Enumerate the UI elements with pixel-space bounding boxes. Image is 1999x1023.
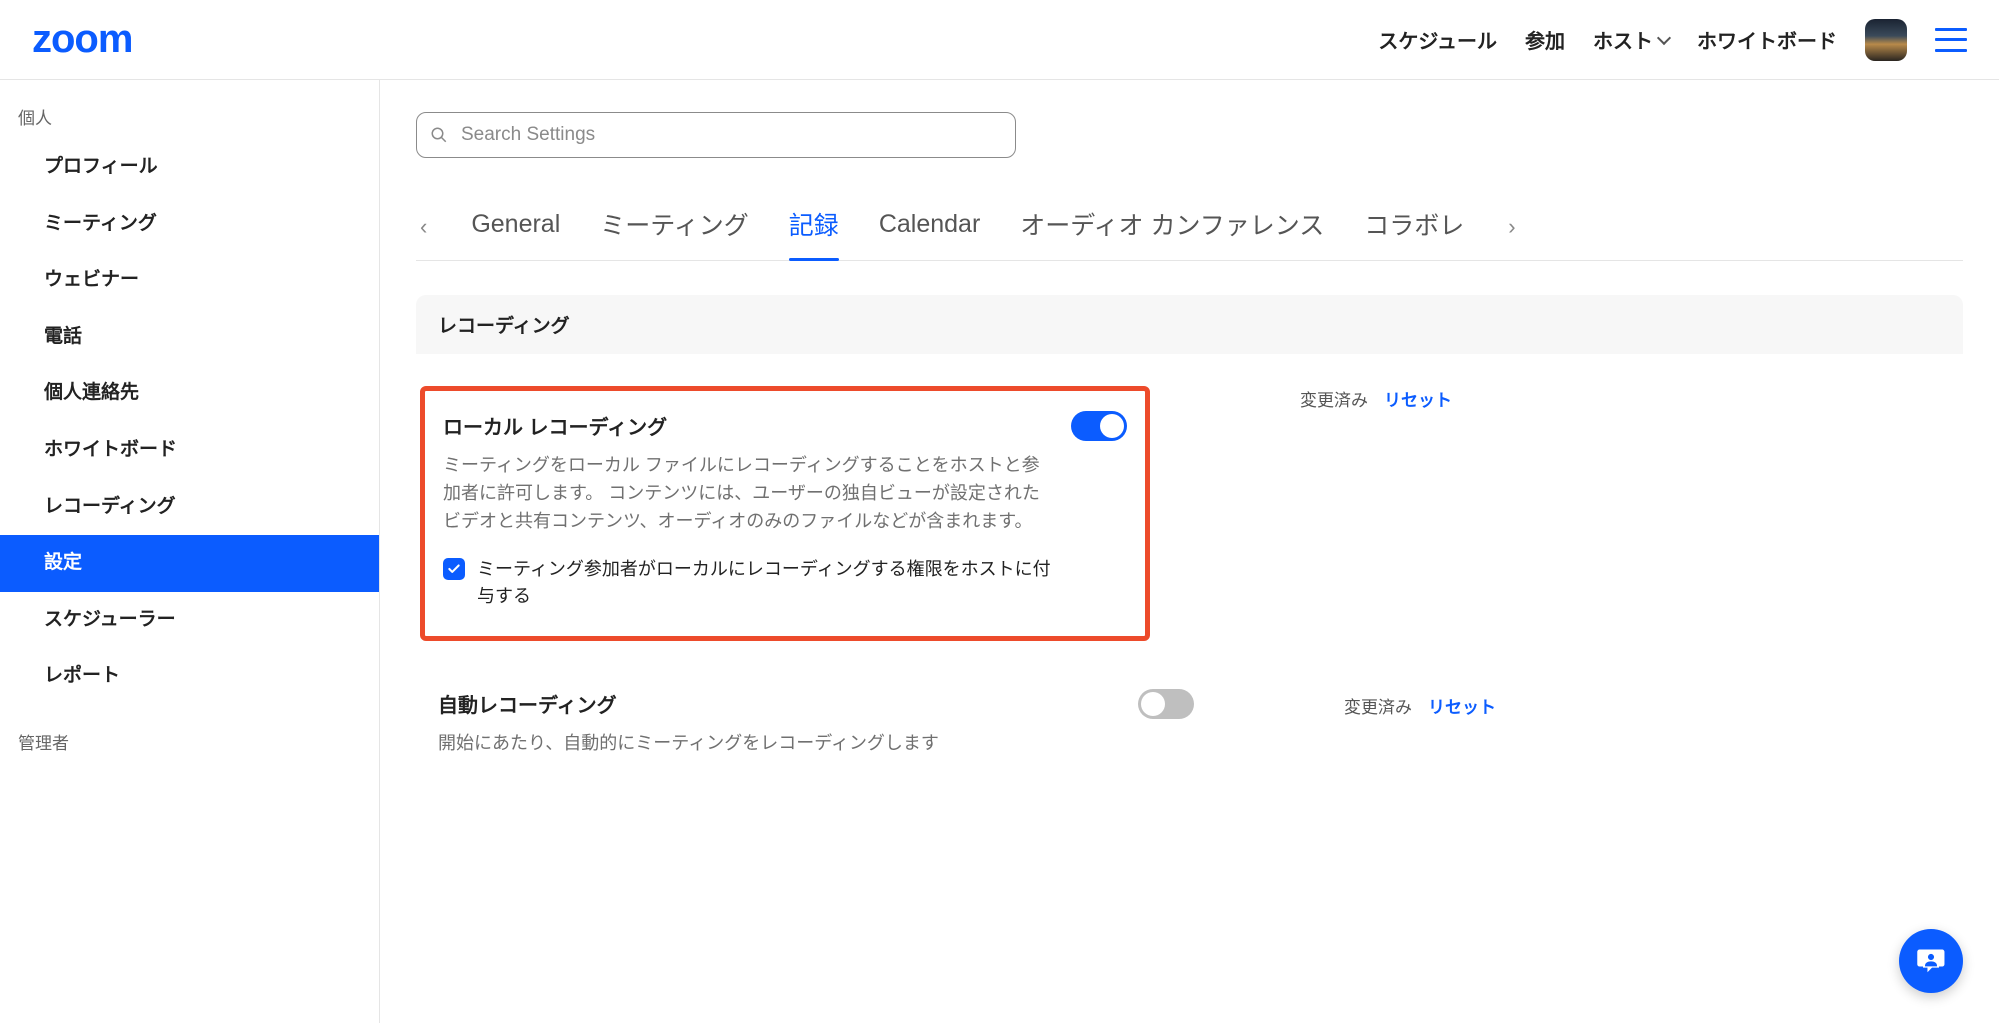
auto-recording-toggle[interactable]: [1138, 689, 1194, 719]
sidebar-item-scheduler[interactable]: スケジューラー: [0, 592, 379, 649]
checkbox-checked-icon[interactable]: [443, 558, 465, 580]
local-recording-status: 変更済み: [1300, 386, 1368, 411]
sidebar-item-profile[interactable]: プロフィール: [0, 139, 379, 196]
search-wrap: [416, 112, 1016, 158]
tab-scroll-left-icon[interactable]: ‹: [416, 214, 431, 240]
nav-host[interactable]: ホスト: [1593, 25, 1669, 54]
tab-calendar[interactable]: Calendar: [879, 202, 980, 253]
local-recording-suboption-label: ミーティング参加者がローカルにレコーディングする権限をホストに付与する: [477, 556, 1051, 610]
avatar[interactable]: [1865, 19, 1907, 61]
highlight-box: ローカル レコーディング ミーティングをローカル ファイルにレコーディングするこ…: [420, 386, 1150, 641]
local-recording-desc: ミーティングをローカル ファイルにレコーディングすることをホストと参加者に許可し…: [443, 452, 1051, 536]
header: zoom スケジュール 参加 ホスト ホワイトボード: [0, 0, 1999, 80]
sidebar-item-reports[interactable]: レポート: [0, 648, 379, 705]
setting-row-auto-recording: 自動レコーディング 開始にあたり、自動的にミーティングをレコーディングします 変…: [416, 661, 1963, 778]
auto-recording-title: 自動レコーディング: [438, 689, 1078, 718]
tab-audio[interactable]: オーディオ カンファレンス: [1020, 198, 1324, 256]
sidebar-section-admin: 管理者: [0, 705, 379, 764]
sidebar-item-whiteboard[interactable]: ホワイトボード: [0, 422, 379, 479]
local-recording-reset[interactable]: リセット: [1384, 386, 1452, 411]
chat-icon: [1915, 945, 1947, 977]
sidebar-item-meetings[interactable]: ミーティング: [0, 196, 379, 253]
auto-recording-status: 変更済み: [1344, 693, 1412, 718]
search-input[interactable]: [416, 112, 1016, 158]
setting-row-local-recording: ローカル レコーディング ミーティングをローカル ファイルにレコーディングするこ…: [416, 354, 1963, 661]
tab-recording[interactable]: 記録: [789, 198, 839, 256]
tab-general[interactable]: General: [471, 202, 560, 253]
local-recording-suboption[interactable]: ミーティング参加者がローカルにレコーディングする権限をホストに付与する: [443, 556, 1051, 610]
auto-recording-desc: 開始にあたり、自動的にミーティングをレコーディングします: [438, 730, 1078, 758]
nav-join[interactable]: 参加: [1525, 25, 1565, 54]
tab-meeting[interactable]: ミーティング: [600, 198, 749, 256]
tab-collab[interactable]: コラボレ: [1364, 198, 1464, 256]
header-right: スケジュール 参加 ホスト ホワイトボード: [1378, 19, 1967, 61]
chevron-down-icon: [1657, 31, 1671, 45]
local-recording-status-col: 変更済み リセット: [1300, 382, 1452, 411]
hamburger-menu-icon[interactable]: [1935, 28, 1967, 52]
auto-recording-status-col: 変更済み リセット: [1344, 689, 1496, 718]
nav-host-label: ホスト: [1593, 25, 1653, 54]
main-content: ‹ General ミーティング 記録 Calendar オーディオ カンファレ…: [380, 80, 1999, 1023]
local-recording-title: ローカル レコーディング: [443, 411, 1051, 440]
sidebar-section-personal: 個人: [0, 80, 379, 139]
local-recording-toggle[interactable]: [1071, 411, 1127, 441]
auto-recording-reset[interactable]: リセット: [1428, 693, 1496, 718]
nav-schedule[interactable]: スケジュール: [1378, 25, 1497, 54]
section-header-recording: レコーディング: [416, 295, 1963, 354]
search-icon: [430, 126, 448, 144]
sidebar-item-webinars[interactable]: ウェビナー: [0, 252, 379, 309]
sidebar-item-recordings[interactable]: レコーディング: [0, 479, 379, 536]
sidebar-item-contacts[interactable]: 個人連絡先: [0, 365, 379, 422]
sidebar-item-settings[interactable]: 設定: [0, 535, 379, 592]
brand-logo[interactable]: zoom: [32, 17, 132, 62]
tab-scroll-right-icon[interactable]: ›: [1504, 214, 1519, 240]
settings-tabs: ‹ General ミーティング 記録 Calendar オーディオ カンファレ…: [416, 198, 1963, 261]
nav-whiteboard[interactable]: ホワイトボード: [1697, 25, 1837, 54]
sidebar-item-phone[interactable]: 電話: [0, 309, 379, 366]
sidebar: 個人 プロフィール ミーティング ウェビナー 電話 個人連絡先 ホワイトボード …: [0, 80, 380, 1023]
chat-fab[interactable]: [1899, 929, 1963, 993]
